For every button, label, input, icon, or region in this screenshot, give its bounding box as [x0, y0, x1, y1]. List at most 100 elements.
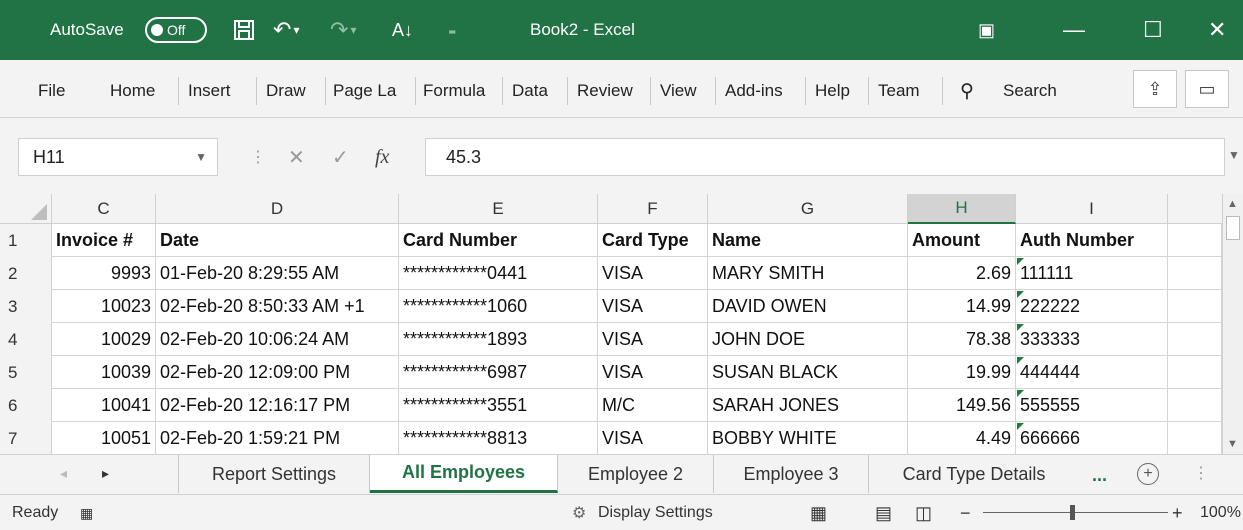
next-sheet-icon[interactable]: ▸	[102, 465, 109, 482]
tab-data[interactable]: Data	[512, 77, 548, 105]
expand-formula-icon[interactable]: ▼	[1228, 148, 1240, 162]
tab-team[interactable]: Team	[878, 77, 920, 105]
cell[interactable]: 222222	[1016, 290, 1168, 323]
row-header[interactable]: 6	[0, 389, 52, 422]
column-header-c[interactable]: C	[52, 194, 156, 224]
tab-review[interactable]: Review	[577, 77, 633, 105]
cell[interactable]: 555555	[1016, 389, 1168, 422]
search-label[interactable]: Search	[1003, 77, 1057, 105]
undo-icon[interactable]: ↶ ▾	[273, 0, 299, 60]
cell[interactable]: 19.99	[908, 356, 1016, 389]
search-icon[interactable]: ⚲	[960, 77, 974, 105]
column-header-f[interactable]: F	[598, 194, 708, 224]
cell[interactable]: ************1060	[399, 290, 598, 323]
cell[interactable]: JOHN DOE	[708, 323, 908, 356]
sheet-tab-employee-3[interactable]: Employee 3	[714, 455, 869, 493]
display-settings-label[interactable]: Display Settings	[598, 495, 713, 530]
tab-help[interactable]: Help	[815, 77, 850, 105]
cell[interactable]: 02-Feb-20 8:50:33 AM +1	[156, 290, 399, 323]
sort-az-icon[interactable]: A↓	[392, 0, 413, 60]
minimize-icon[interactable]: —	[1063, 0, 1085, 60]
formula-input[interactable]: 45.3	[425, 138, 1225, 176]
cell[interactable]: 2.69	[908, 257, 1016, 290]
cell[interactable]: VISA	[598, 290, 708, 323]
cell[interactable]: 444444	[1016, 356, 1168, 389]
vertical-scrollbar[interactable]: ▲ ▼	[1222, 194, 1243, 454]
scroll-up-icon[interactable]: ▲	[1227, 198, 1238, 210]
normal-view-icon[interactable]: ▦	[810, 495, 827, 530]
tab-draw[interactable]: Draw	[266, 77, 306, 105]
cell[interactable]: VISA	[598, 323, 708, 356]
cell[interactable]: ************8813	[399, 422, 598, 455]
cell[interactable]: 02-Feb-20 1:59:21 PM	[156, 422, 399, 455]
tab-view[interactable]: View	[660, 77, 697, 105]
maximize-icon[interactable]: ☐	[1143, 0, 1163, 60]
cell[interactable]: 78.38	[908, 323, 1016, 356]
zoom-in-icon[interactable]: +	[1172, 495, 1183, 530]
cell[interactable]	[1168, 224, 1222, 257]
name-box[interactable]: H11 ▼	[18, 138, 218, 176]
sheet-tab-all-employees[interactable]: All Employees	[370, 455, 558, 493]
cell[interactable]: BOBBY WHITE	[708, 422, 908, 455]
cell[interactable]	[1168, 257, 1222, 290]
cancel-icon[interactable]: ✕	[288, 138, 305, 176]
cell[interactable]: Date	[156, 224, 399, 257]
cell[interactable]: VISA	[598, 257, 708, 290]
column-header-d[interactable]: D	[156, 194, 399, 224]
more-sheets[interactable]: ...	[1092, 465, 1107, 486]
cell[interactable]: Card Number	[399, 224, 598, 257]
zoom-out-icon[interactable]: −	[960, 495, 971, 530]
tab-add-ins[interactable]: Add-ins	[725, 77, 783, 105]
cell[interactable]: M/C	[598, 389, 708, 422]
cell[interactable]: Card Type	[598, 224, 708, 257]
sheet-tab-employee-2[interactable]: Employee 2	[558, 455, 714, 493]
add-sheet-icon[interactable]: +	[1137, 463, 1159, 485]
share-icon[interactable]: ⇪	[1133, 70, 1177, 108]
row-header[interactable]: 3	[0, 290, 52, 323]
cell[interactable]: VISA	[598, 422, 708, 455]
column-header-i[interactable]: I	[1016, 194, 1168, 224]
prev-sheet-icon[interactable]: ◂	[60, 465, 67, 482]
sheet-tab-card-type-details[interactable]: Card Type Details	[869, 455, 1079, 493]
cell[interactable]: VISA	[598, 356, 708, 389]
comments-icon[interactable]: ▭	[1185, 70, 1229, 108]
select-all-corner[interactable]	[0, 194, 52, 224]
sheet-tab-report-settings[interactable]: Report Settings	[178, 455, 370, 493]
insert-function-icon[interactable]: fx	[375, 138, 389, 176]
sheet-options-icon[interactable]: ⋮	[1193, 463, 1209, 483]
cell[interactable]: 10051	[52, 422, 156, 455]
row-header[interactable]: 1	[0, 224, 52, 257]
cell[interactable]: 4.49	[908, 422, 1016, 455]
tab-page-layout[interactable]: Page La	[333, 77, 413, 105]
row-header[interactable]: 5	[0, 356, 52, 389]
cell[interactable]: 10041	[52, 389, 156, 422]
cell[interactable]: 10023	[52, 290, 156, 323]
cell[interactable]: 02-Feb-20 10:06:24 AM	[156, 323, 399, 356]
scroll-down-icon[interactable]: ▼	[1227, 438, 1238, 450]
tab-file[interactable]: File	[38, 77, 65, 105]
cell[interactable]: ************6987	[399, 356, 598, 389]
cell[interactable]: Name	[708, 224, 908, 257]
save-icon[interactable]	[232, 0, 256, 60]
customize-qat-icon[interactable]: ₌	[448, 0, 456, 60]
close-icon[interactable]: ✕	[1208, 0, 1226, 60]
cell[interactable]: ************1893	[399, 323, 598, 356]
cell[interactable]: 02-Feb-20 12:16:17 PM	[156, 389, 399, 422]
display-settings-icon[interactable]: ⚙	[572, 495, 586, 530]
row-header[interactable]: 2	[0, 257, 52, 290]
worksheet-grid[interactable]: C D E F G H I 1 Invoice # Date Card Numb…	[0, 194, 1243, 455]
chevron-down-icon[interactable]: ▼	[195, 150, 207, 164]
cell[interactable]	[1168, 290, 1222, 323]
macro-record-icon[interactable]: ▦	[80, 495, 93, 530]
cell[interactable]: ************3551	[399, 389, 598, 422]
page-break-view-icon[interactable]: ◫	[915, 495, 932, 530]
redo-icon[interactable]: ↷ ▾	[330, 0, 356, 60]
tab-formulas[interactable]: Formula	[423, 77, 499, 105]
cell[interactable]: 10029	[52, 323, 156, 356]
cell[interactable]: 149.56	[908, 389, 1016, 422]
cell[interactable]: 666666	[1016, 422, 1168, 455]
row-header[interactable]: 7	[0, 422, 52, 455]
cell[interactable]: Amount	[908, 224, 1016, 257]
zoom-level[interactable]: 100%	[1200, 495, 1241, 530]
cell[interactable]	[1168, 422, 1222, 455]
